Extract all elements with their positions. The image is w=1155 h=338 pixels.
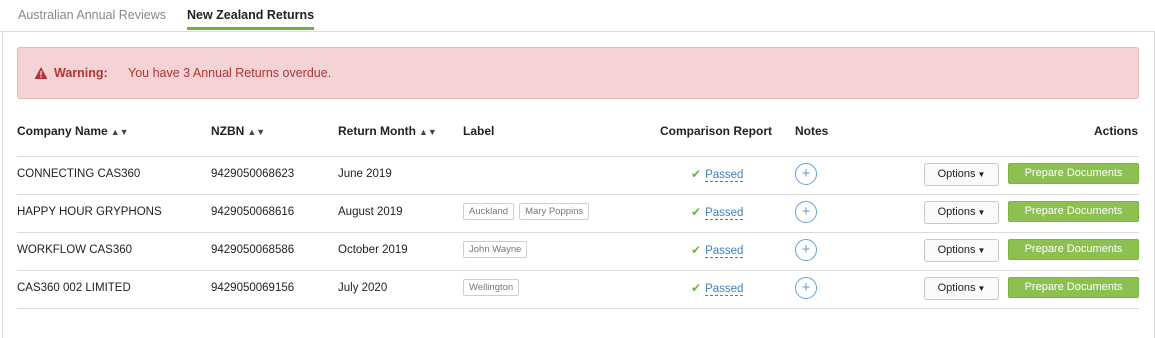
prepare-documents-button[interactable]: Prepare Documents	[1008, 201, 1139, 222]
header-company-name[interactable]: Company Name ▲▼	[17, 124, 129, 138]
company-name-cell: WORKFLOW CAS360	[17, 244, 133, 256]
sort-icon[interactable]: ▲▼	[111, 127, 129, 137]
tab-australian-annual-reviews[interactable]: Australian Annual Reviews	[18, 8, 166, 30]
options-dropdown-button[interactable]: Options ▼	[924, 277, 999, 300]
table-row: CONNECTING CAS360 9429050068623 June 201…	[17, 156, 1139, 194]
plus-icon: +	[801, 203, 811, 220]
plus-icon: +	[801, 165, 811, 182]
alert-message: You have 3 Annual Returns overdue.	[128, 66, 332, 80]
warning-triangle-icon	[34, 67, 48, 79]
options-dropdown-button[interactable]: Options ▼	[924, 239, 999, 262]
header-nzbn-label: NZBN	[211, 124, 245, 138]
plus-icon: +	[801, 241, 811, 258]
label-tag[interactable]: Wellington	[463, 279, 520, 296]
add-note-button[interactable]: +	[795, 277, 817, 299]
nzbn-cell: 9429050068586	[211, 244, 295, 256]
return-month-cell: June 2019	[338, 168, 392, 180]
table-row: HAPPY HOUR GRYPHONS 9429050068616 August…	[17, 194, 1139, 232]
add-note-button[interactable]: +	[795, 163, 817, 185]
options-label: Options	[937, 244, 976, 256]
header-return-month[interactable]: Return Month ▲▼	[338, 124, 437, 138]
header-label: Label	[463, 124, 495, 138]
caret-down-icon: ▼	[977, 284, 986, 293]
prepare-documents-button[interactable]: Prepare Documents	[1008, 163, 1139, 184]
company-name-cell: CONNECTING CAS360	[17, 168, 141, 180]
header-company-name-label: Company Name	[17, 124, 108, 138]
overdue-warning-alert: Warning: You have 3 Annual Returns overd…	[17, 47, 1139, 99]
nzbn-cell: 9429050069156	[211, 282, 295, 294]
options-label: Options	[937, 168, 976, 180]
prepare-documents-button[interactable]: Prepare Documents	[1008, 277, 1139, 298]
caret-down-icon: ▼	[977, 246, 986, 255]
label-cell: Wellington	[463, 279, 524, 296]
passed-report-link[interactable]: Passed	[705, 283, 744, 296]
options-dropdown-button[interactable]: Options ▼	[924, 201, 999, 224]
row-divider	[17, 308, 1139, 309]
passed-report-link[interactable]: Passed	[705, 207, 744, 220]
prepare-documents-button[interactable]: Prepare Documents	[1008, 239, 1139, 260]
tab-bar: Australian Annual Reviews New Zealand Re…	[0, 0, 1155, 32]
passed-report-link[interactable]: Passed	[705, 169, 744, 182]
label-tag[interactable]: Auckland	[463, 203, 515, 220]
add-note-button[interactable]: +	[795, 239, 817, 261]
options-label: Options	[937, 206, 976, 218]
table-row: CAS360 002 LIMITED 9429050069156 July 20…	[17, 270, 1139, 308]
header-nzbn[interactable]: NZBN ▲▼	[211, 124, 265, 138]
comparison-report-cell: ✔ Passed	[691, 167, 744, 182]
return-month-cell: July 2020	[338, 282, 388, 294]
comparison-report-cell: ✔ Passed	[691, 243, 744, 258]
add-note-button[interactable]: +	[795, 201, 817, 223]
nzbn-cell: 9429050068616	[211, 206, 295, 218]
return-month-cell: August 2019	[338, 206, 403, 218]
return-month-cell: October 2019	[338, 244, 408, 256]
company-name-cell: HAPPY HOUR GRYPHONS	[17, 206, 162, 218]
table-row: WORKFLOW CAS360 9429050068586 October 20…	[17, 232, 1139, 270]
comparison-report-cell: ✔ Passed	[691, 205, 744, 220]
sort-icon[interactable]: ▲▼	[247, 127, 265, 137]
checkmark-icon: ✔	[691, 281, 702, 295]
alert-title: Warning:	[54, 66, 108, 80]
header-comparison-report: Comparison Report	[660, 124, 773, 138]
options-dropdown-button[interactable]: Options ▼	[924, 163, 999, 186]
comparison-report-cell: ✔ Passed	[691, 281, 744, 296]
label-tag[interactable]: John Wayne	[463, 241, 528, 258]
tab-new-zealand-returns[interactable]: New Zealand Returns	[187, 8, 315, 30]
nzbn-cell: 9429050068623	[211, 168, 295, 180]
options-label: Options	[937, 282, 976, 294]
label-cell: Auckland Mary Poppins	[463, 203, 594, 220]
caret-down-icon: ▼	[977, 170, 986, 179]
header-actions: Actions	[1094, 124, 1139, 138]
header-return-month-label: Return Month	[338, 124, 416, 138]
sort-icon[interactable]: ▲▼	[419, 127, 437, 137]
plus-icon: +	[801, 279, 811, 296]
caret-down-icon: ▼	[977, 208, 986, 217]
company-name-cell: CAS360 002 LIMITED	[17, 282, 131, 294]
checkmark-icon: ✔	[691, 243, 702, 257]
label-cell: John Wayne	[463, 241, 532, 258]
label-tag[interactable]: Mary Poppins	[519, 203, 590, 220]
passed-report-link[interactable]: Passed	[705, 245, 744, 258]
checkmark-icon: ✔	[691, 167, 702, 181]
header-notes: Notes	[795, 124, 829, 138]
checkmark-icon: ✔	[691, 205, 702, 219]
